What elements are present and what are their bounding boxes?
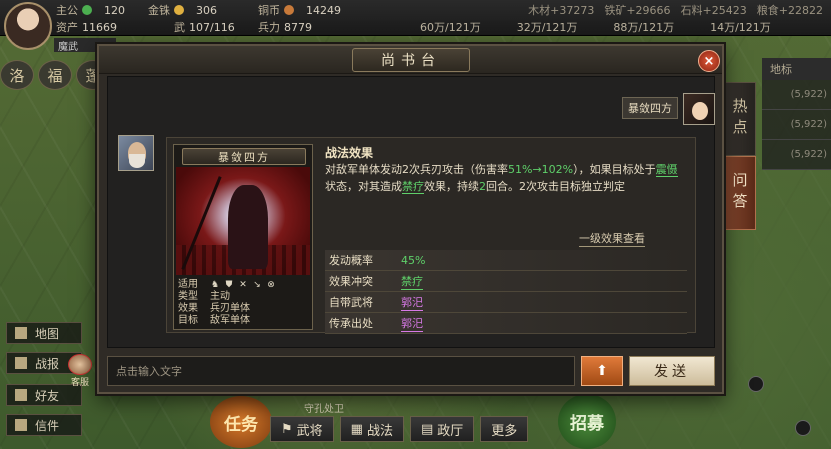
more-button[interactable]: 更多 (480, 416, 529, 442)
tactics-icon: ▦ (350, 421, 363, 437)
tactic-art (176, 167, 310, 275)
attr-trigger-rate: 发动概率 45% (325, 250, 687, 271)
map-button[interactable]: 地图 (6, 322, 82, 344)
archer-icon: ✕ (239, 280, 247, 290)
attr-effect-conflict: 效果冲突 禁疗 (325, 271, 687, 292)
chat-input-row: ⬆ 发送 (107, 354, 715, 388)
status-heal-ban-link[interactable]: 禁疗 (402, 180, 424, 194)
resource-gold: 金铢 306 (148, 3, 217, 18)
landmark-list: 地标 (5,922) (5,922) (5,922) (762, 58, 831, 170)
stat-effect: 效果 兵刃单体 (178, 303, 250, 314)
materials-income: 木材+37273 铁矿+29666 石料+25423 粮食+22822 (528, 4, 823, 17)
landmark-row[interactable]: (5,922) (762, 80, 831, 110)
resource-assets: 资产 11669 (56, 20, 117, 35)
mail-icon (15, 419, 27, 431)
resource-lord: 主公 120 (56, 3, 125, 18)
chat-input[interactable] (107, 356, 575, 386)
effect-description: 对敌军单体发动2次兵刃攻击（伤害率51%→102%），如果目标处于震慑状态，对其… (325, 163, 678, 194)
tactic-details: 战法效果 对敌军单体发动2次兵刃攻击（伤害率51%→102%），如果目标处于震慑… (325, 144, 691, 334)
close-button[interactable]: × (698, 50, 720, 72)
gold-icon (174, 5, 184, 15)
friends-icon (15, 389, 27, 401)
my-message-tag[interactable]: 暴敛四方 (622, 97, 678, 119)
sender-avatar[interactable] (118, 135, 154, 171)
shangshutai-dialog: 尚书台 × 暴敛四方 暴敛四方 适用 ♞ ⛊ ✕ ↘ ⊗ 类型 主动 效果 兵刃… (97, 44, 724, 394)
level-effect-link[interactable]: 一级效果查看 (579, 230, 645, 247)
left-region-tabs: 洛 福 蓬 (0, 60, 110, 90)
generals-button[interactable]: ⚑ 武将 (270, 416, 334, 442)
tactic-stats: 适用 ♞ ⛊ ✕ ↘ ⊗ 类型 主动 效果 兵刃单体 目标 敌军单体 (178, 279, 310, 327)
send-button[interactable]: 发送 (629, 356, 715, 386)
tactics-button[interactable]: ▦ 战法 (339, 416, 404, 442)
dialog-titlebar: 尚书台 × (99, 46, 722, 74)
tab-qa[interactable]: 问答 (724, 156, 756, 230)
government-icon: ▤ (420, 421, 434, 437)
shield-icon: ⛊ (225, 280, 233, 290)
generals-icon: ⚑ (281, 421, 293, 437)
tactic-card-portrait: 暴敛四方 适用 ♞ ⛊ ✕ ↘ ⊗ 类型 主动 效果 兵刃单体 目标 敌军单体 (173, 144, 313, 330)
region-tab-1[interactable]: 洛 (0, 60, 34, 90)
spear-icon: ↘ (253, 280, 261, 290)
attr-inherit-source: 传承出处 郭汜 (325, 313, 687, 334)
landmark-list-header: 地标 (762, 58, 831, 80)
tactic-attributes: 发动概率 45% 效果冲突 禁疗 自带武将 郭汜 传承出处 郭汜 (325, 250, 687, 334)
my-avatar[interactable] (683, 93, 715, 125)
effect-title: 战法效果 (325, 146, 374, 160)
stat-applicable: 适用 ♞ ⛊ ✕ ↘ ⊗ (178, 279, 275, 290)
swords-icon (15, 357, 27, 369)
expand-button[interactable]: ⬆ (581, 356, 623, 386)
tab-hot-topics[interactable]: 热点 (724, 82, 756, 156)
chat-message-area[interactable]: 暴敛四方 暴敛四方 适用 ♞ ⛊ ✕ ↘ ⊗ 类型 主动 效果 兵刃单体 目标 … (107, 76, 715, 348)
attr-own-general: 自带武将 郭汜 (325, 292, 687, 313)
customer-service-button[interactable]: 客服 (64, 354, 96, 388)
recruit-button[interactable]: 招募 (558, 394, 616, 449)
stat-type: 类型 主动 (178, 291, 230, 302)
lord-icon (82, 5, 92, 15)
customer-service-icon (68, 354, 92, 375)
resource-troops: 兵力 8779 (258, 20, 312, 35)
materials-storage: 60万/121万 32万/121万 88万/121万 14万/121万 (420, 21, 771, 34)
settings-icon[interactable] (795, 420, 811, 436)
tactic-name: 暴敛四方 (182, 148, 306, 165)
map-icon (15, 327, 27, 339)
cavalry-icon: ♞ (210, 280, 220, 290)
resource-generals: 武 107/116 (174, 20, 235, 35)
siege-icon: ⊗ (267, 280, 275, 290)
tactic-card[interactable]: 暴敛四方 适用 ♞ ⛊ ✕ ↘ ⊗ 类型 主动 效果 兵刃单体 目标 敌军单体 … (166, 137, 696, 334)
inherit-source-link[interactable]: 郭汜 (401, 315, 423, 332)
stat-target: 目标 敌军单体 (178, 315, 250, 326)
player-avatar[interactable] (4, 2, 52, 50)
top-resource-bar: 主公 120 金铢 306 铜币 14249 资产 11669 武 107/11… (0, 0, 831, 36)
status-deter-link[interactable]: 震慑 (655, 163, 678, 177)
own-general-link[interactable]: 郭汜 (401, 294, 423, 311)
bottom-hint: 守孔处卫 (304, 404, 344, 415)
conflict-link[interactable]: 禁疗 (401, 273, 423, 290)
dialog-title: 尚书台 (352, 48, 470, 72)
landmark-row[interactable]: (5,922) (762, 110, 831, 140)
landmark-row[interactable]: (5,922) (762, 140, 831, 170)
resource-copper: 铜币 14249 (258, 3, 341, 18)
mail-button[interactable]: 信件 (6, 414, 82, 436)
government-button[interactable]: ▤ 政厅 (409, 416, 475, 442)
copper-icon (284, 5, 294, 15)
region-tab-2[interactable]: 福 (38, 60, 72, 90)
arrow-up-icon: ⬆ (596, 363, 608, 379)
task-button[interactable]: 任务 (210, 396, 272, 448)
bottom-nav: ⚑ 武将 ▦ 战法 ▤ 政厅 更多 (270, 416, 529, 442)
clock-icon[interactable] (748, 376, 764, 392)
